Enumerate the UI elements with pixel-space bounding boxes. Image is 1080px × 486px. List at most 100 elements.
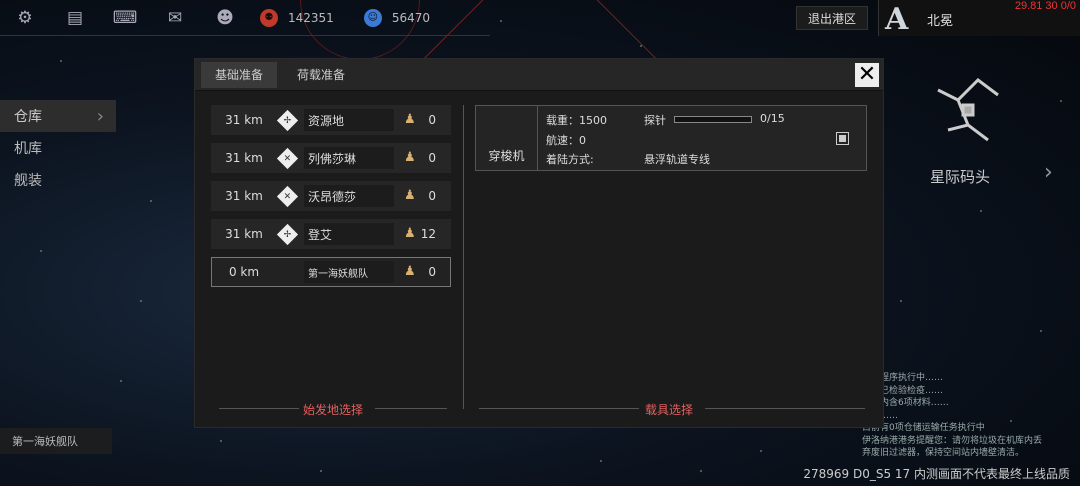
star (640, 45, 642, 47)
section-rule (479, 408, 639, 409)
menu-item-label: 舰装 (14, 173, 42, 189)
resource-crystal: ☺ 56470 (363, 8, 430, 27)
log-line: 目前有0项仓储运输任务执行中 (862, 423, 985, 433)
origin-crew-count: 12 (420, 227, 436, 241)
star (120, 380, 122, 382)
waypoint-diamond-icon: ✕ (276, 147, 298, 169)
vehicle-name: 穿梭机 (476, 106, 538, 170)
star (980, 210, 982, 212)
exit-port-button[interactable]: 退出港区 (796, 6, 868, 30)
section-rule (375, 408, 447, 409)
space-station-icon (937, 78, 999, 142)
origin-distance: 31 km (225, 151, 263, 165)
star (500, 20, 502, 22)
dock-label[interactable]: 星际码头 (930, 166, 990, 187)
chevron-right-icon[interactable]: › (1044, 160, 1053, 185)
launch-prep-dialog: 基础准备 荷载准备 ✕ 31 km ✢ 资源地 ♟ 0 31 km ✕ 列佛莎琳… (194, 58, 884, 428)
log-line: 物品已检验检疫…… (862, 385, 944, 396)
chat-icon[interactable]: ▤ (50, 0, 100, 36)
vehicle-landing-label: 着陆方式: (546, 153, 594, 166)
vehicle-speed: 航速：0 (546, 134, 586, 147)
user-icon[interactable]: ☻ (200, 0, 250, 36)
origin-item[interactable]: 31 km ✢ 登艾 ♟ 12 (211, 219, 451, 249)
star (320, 470, 322, 472)
crystal-value: 56470 (391, 10, 430, 25)
crew-icon: ♟ (404, 150, 416, 165)
star (760, 450, 762, 452)
star (1060, 100, 1062, 102)
log-line: 就绪…… (862, 410, 1080, 423)
origin-distance: 31 km (225, 113, 263, 127)
vehicle-load: 载重：1500 (546, 114, 607, 127)
log-line: 仓库内含6项材料…… (862, 398, 949, 408)
log-line: 伊洛纳港港务提醒您：请勿将垃圾在机库内丢 (862, 435, 1043, 446)
log-line: 系统程序执行中…… (862, 373, 944, 383)
origin-distance: 31 km (225, 227, 263, 241)
credits-icon: ⚉ (260, 8, 278, 27)
origin-crew-count: 0 (428, 189, 436, 203)
star (60, 60, 62, 62)
origin-crew-count: 0 (428, 265, 436, 279)
crew-icon: ♟ (404, 226, 416, 241)
origin-name: 资源地 (304, 109, 394, 131)
left-menu: 仓库 › 机库 舰装 (0, 100, 116, 196)
origin-item-selected[interactable]: 0 km 第一海妖舰队 ♟ 0 (211, 257, 451, 287)
star (220, 440, 222, 442)
menu-item-outfitting[interactable]: 舰装 (0, 164, 116, 196)
vehicle-select-checkbox[interactable] (836, 132, 849, 145)
origin-name: 沃昂德莎 (304, 185, 394, 207)
star (600, 460, 602, 462)
crew-icon: ♟ (404, 188, 416, 203)
star (900, 300, 902, 302)
star (140, 300, 142, 302)
origin-name: 列佛莎琳 (304, 147, 394, 169)
origin-crew-count: 0 (428, 113, 436, 127)
star (1040, 330, 1042, 332)
faction-logo: A (885, 2, 909, 37)
player-name: 北冕 (927, 14, 954, 29)
waypoint-diamond-icon: ✢ (276, 109, 298, 131)
chevron-right-icon: › (96, 105, 104, 127)
mail-icon[interactable]: ✉ (150, 0, 200, 36)
section-rule (705, 408, 865, 409)
vehicle-card[interactable]: 穿梭机 载重：1500 航速：0 着陆方式: 探针 0/15 悬浮轨道专线 (475, 105, 867, 171)
star (40, 250, 42, 252)
probe-value: 0/15 (760, 112, 785, 125)
log-line: 弃废旧过滤器，保持空间站内墙壁清洁。 (862, 448, 1025, 458)
build-footer: 278969 D0_S5 17 内测画面不代表最终上线品质 (803, 467, 1070, 481)
close-button[interactable]: ✕ (855, 63, 879, 87)
star (700, 470, 702, 472)
menu-item-warehouse[interactable]: 仓库 › (0, 100, 116, 132)
menu-item-hangar[interactable]: 机库 (0, 132, 116, 164)
origin-item[interactable]: 31 km ✕ 列佛莎琳 ♟ 0 (211, 143, 451, 173)
system-log: 系统程序执行中…… 物品已检验检疫…… 仓库内含6项材料…… 就绪……目前有0项仓储运… (862, 372, 1080, 460)
resource-credits: ⚉ 142351 (260, 8, 334, 27)
vehicle-section-label: 载具选择 (645, 403, 694, 417)
tab-basic-prep[interactable]: 基础准备 (201, 61, 278, 88)
probe-label: 探针 (644, 114, 666, 127)
vehicle-landing-value: 悬浮轨道专线 (644, 153, 710, 166)
column-divider (463, 105, 464, 409)
waypoint-diamond-icon: ✢ (276, 223, 298, 245)
origin-item[interactable]: 31 km ✢ 资源地 ♟ 0 (211, 105, 451, 135)
origin-list: 31 km ✢ 资源地 ♟ 0 31 km ✕ 列佛莎琳 ♟ 0 31 km ✕… (211, 105, 451, 295)
waypoint-diamond-icon: ✕ (276, 185, 298, 207)
crew-icon: ♟ (404, 264, 416, 279)
origin-distance: 0 km (228, 265, 260, 279)
origin-name: 登艾 (304, 223, 394, 245)
fleet-tag[interactable]: 第一海妖舰队 (0, 428, 112, 454)
origin-item[interactable]: 31 km ✕ 沃昂德莎 ♟ 0 (211, 181, 451, 211)
origin-crew-count: 0 (428, 151, 436, 165)
crew-icon: ♟ (404, 112, 416, 127)
dialog-header: 基础准备 荷载准备 (195, 59, 883, 91)
credits-value: 142351 (288, 10, 334, 25)
gear-icon[interactable]: ⚙ (0, 0, 50, 36)
origin-name: 第一海妖舰队 (304, 261, 394, 283)
keyboard-icon[interactable]: ⌨ (100, 0, 150, 36)
tab-payload-prep[interactable]: 荷载准备 (283, 62, 359, 88)
probe-progress-bar (674, 116, 752, 123)
menu-item-label: 仓库 (14, 109, 42, 125)
origin-section-label: 始发地选择 (303, 403, 364, 417)
origin-distance: 31 km (225, 189, 263, 203)
top-bar: ⚙ ▤ ⌨ ✉ ☻ ⚉ 142351 ☺ 56470 (0, 0, 490, 36)
